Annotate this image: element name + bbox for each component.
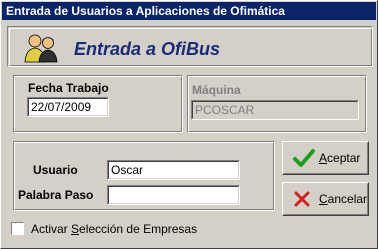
accept-hotkey: A [319, 151, 328, 165]
maquina-field: PCOSCAR [191, 100, 359, 120]
cancel-button[interactable]: Cancelar [282, 182, 369, 216]
banner: Entrada a OfiBus [7, 26, 373, 67]
user-label: Usuario [33, 163, 78, 177]
accept-label: ceptar [327, 151, 361, 165]
password-input[interactable] [107, 185, 240, 205]
check-icon [293, 149, 315, 167]
password-label: Palabra Paso [18, 188, 94, 202]
empresas-checkbox[interactable] [11, 222, 24, 235]
fecha-field[interactable]: 22/07/2009 [27, 97, 109, 117]
cancel-label: ancelar [327, 192, 368, 206]
user-input[interactable]: Oscar [107, 160, 240, 180]
accept-button[interactable]: Aceptar [282, 141, 369, 175]
window-title: Entrada de Usuarios a Aplicaciones de Of… [2, 2, 376, 20]
cancel-hotkey: C [319, 192, 328, 206]
login-dialog: Entrada de Usuarios a Aplicaciones de Of… [0, 0, 378, 249]
fecha-label: Fecha Trabajo [28, 81, 109, 95]
two-users-icon [24, 34, 58, 63]
empresas-checkbox-label[interactable]: Activar Selección de Empresas [31, 222, 197, 236]
x-icon [294, 191, 310, 207]
maquina-label: Máquina [192, 83, 241, 97]
banner-title: Entrada a OfiBus [74, 39, 221, 59]
